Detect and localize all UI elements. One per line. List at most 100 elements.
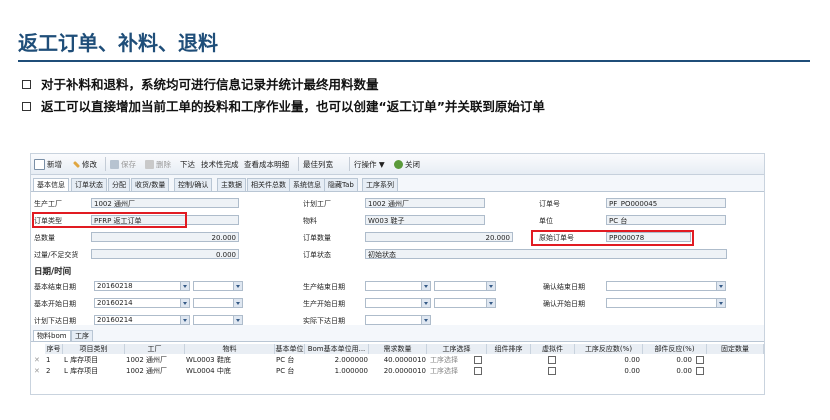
row-unit: PC 台: [276, 356, 295, 364]
dropdown-arrow-icon[interactable]: [233, 282, 242, 290]
tab-basic[interactable]: 基本信息: [33, 178, 69, 192]
row-phantom-checkbox[interactable]: [547, 367, 559, 376]
col-header[interactable]: 组件排序: [487, 344, 531, 354]
checkbox-icon[interactable]: [474, 367, 482, 375]
order-status-field[interactable]: 初始状态: [365, 249, 727, 259]
confirm-start-date[interactable]: [606, 298, 726, 308]
dropdown-arrow-icon[interactable]: [421, 282, 430, 290]
order-qty-field[interactable]: 20.000: [365, 232, 513, 242]
row-close-icon[interactable]: ✕: [33, 356, 45, 365]
row-bom-qty: 1.000000: [334, 367, 368, 375]
basic-end-time[interactable]: [193, 281, 243, 291]
col-header[interactable]: 虚拟件: [531, 344, 575, 354]
dropdown-arrow-icon[interactable]: [180, 316, 189, 324]
basic-end-label: 基本结束日期: [34, 283, 76, 291]
dropdown-arrow-icon[interactable]: [716, 299, 725, 307]
row-op-checkbox[interactable]: [473, 356, 485, 365]
col-header[interactable]: 序号: [45, 344, 63, 354]
tab-system[interactable]: 系统信息: [289, 178, 325, 191]
dropdown-arrow-icon[interactable]: [233, 316, 242, 324]
prod-start-date[interactable]: [365, 298, 431, 308]
release-button[interactable]: 下达: [180, 159, 195, 170]
plan-release-date[interactable]: 20160214: [94, 315, 190, 325]
tab-hidden[interactable]: 隐藏Tab: [324, 178, 358, 191]
tab-related[interactable]: 相关件总数: [247, 178, 290, 191]
actual-release-date[interactable]: [365, 315, 431, 325]
prod-end-time[interactable]: [434, 281, 496, 291]
tab-receipt[interactable]: 收货/数量: [131, 178, 170, 191]
total-qty-field[interactable]: 20.000: [91, 232, 239, 242]
col-header[interactable]: 固定数量: [707, 344, 764, 354]
best-width-button[interactable]: 最佳列宽: [303, 159, 764, 394]
row-fixed-checkbox[interactable]: [695, 356, 707, 365]
material-label: 物料: [303, 217, 317, 225]
tab-order-status[interactable]: 订单状态: [71, 178, 107, 191]
plan-plant-field[interactable]: 1002 通州厂: [365, 198, 485, 208]
plan-release-value: 20160214: [97, 316, 133, 324]
prod-end-label: 生产结束日期: [303, 283, 345, 291]
col-header[interactable]: 需求数量: [369, 344, 427, 354]
col-header[interactable]: 部件反应(%): [643, 344, 707, 354]
tab-assign[interactable]: 分配: [108, 178, 130, 191]
tab-operations[interactable]: 工序系列: [362, 178, 398, 191]
basic-start-date[interactable]: 20160214: [94, 298, 190, 308]
basic-end-date[interactable]: 20160218: [94, 281, 190, 291]
order-no-field[interactable]: PF_PO000045: [606, 198, 726, 208]
dropdown-arrow-icon[interactable]: [486, 299, 495, 307]
col-header[interactable]: 工序选择: [427, 344, 487, 354]
release-label: 下达: [180, 160, 195, 169]
basic-start-time[interactable]: [193, 298, 243, 308]
dropdown-arrow-icon[interactable]: [421, 299, 430, 307]
tab-operation[interactable]: 工序: [71, 330, 93, 341]
dropdown-arrow-icon[interactable]: [180, 299, 189, 307]
tech-complete-button[interactable]: 技术性完成: [201, 159, 239, 170]
col-header[interactable]: 基本单位: [275, 344, 305, 354]
material-field[interactable]: W003 鞋子: [365, 215, 485, 225]
order-type-highlight: [32, 212, 187, 228]
actual-release-label: 实际下达日期: [303, 317, 345, 325]
checkbox-icon[interactable]: [474, 356, 482, 364]
plan-release-time[interactable]: [193, 315, 243, 325]
dropdown-arrow-icon[interactable]: [233, 299, 242, 307]
dropdown-arrow-icon[interactable]: [716, 282, 725, 290]
tab-control[interactable]: 控制/确认: [174, 178, 213, 191]
confirm-end-date[interactable]: [606, 281, 726, 291]
unit-field[interactable]: PC 台: [606, 215, 726, 225]
col-header[interactable]: 项目类别: [63, 344, 125, 354]
row-op-checkbox[interactable]: [473, 367, 485, 376]
edit-button[interactable]: 修改: [72, 159, 97, 170]
prod-start-time[interactable]: [434, 298, 496, 308]
col-header[interactable]: 工厂: [125, 344, 185, 354]
close-button[interactable]: 关闭: [394, 159, 420, 170]
prod-end-date[interactable]: [365, 281, 431, 291]
new-button[interactable]: 新增: [34, 159, 62, 170]
row-phantom-checkbox[interactable]: [547, 356, 559, 365]
checkbox-icon[interactable]: [696, 367, 704, 375]
confirm-start-label: 确认开始日期: [543, 300, 585, 308]
dropdown-arrow-icon[interactable]: [486, 282, 495, 290]
row-bom-qty: 2.000000: [334, 356, 368, 364]
row-op-select[interactable]: 工序选择: [429, 356, 469, 365]
plant-field[interactable]: 1002 通州厂: [91, 198, 239, 208]
delete-button[interactable]: 删除: [145, 159, 171, 170]
cost-detail-button[interactable]: 查看成本明细: [244, 159, 289, 170]
bullet-2-text: 返工可以直接增加当前工单的投料和工序作业量，也可以创建“返工订单”并关联到原始订…: [41, 99, 545, 114]
tab-master[interactable]: 主数据: [217, 178, 246, 191]
save-button[interactable]: 保存: [110, 159, 136, 170]
toolbar: 新增 修改 保存 删除 下达 技术性完成 查看成本明细 最佳列宽 行操作 ▼ 关…: [31, 154, 764, 394]
row-actions-button[interactable]: 行操作 ▼: [354, 159, 385, 170]
row-fixed-checkbox[interactable]: [695, 367, 707, 376]
col-header[interactable]: 工序反应数(%): [575, 344, 643, 354]
col-header[interactable]: Bom基本单位用...: [305, 344, 369, 354]
tab-material-bom[interactable]: 物料bom: [33, 330, 71, 341]
row-no: 1: [46, 356, 51, 364]
row-op-select[interactable]: 工序选择: [429, 367, 469, 376]
checkbox-icon[interactable]: [548, 356, 556, 364]
checkbox-icon[interactable]: [548, 367, 556, 375]
dropdown-arrow-icon[interactable]: [421, 316, 430, 324]
col-header[interactable]: 物料: [185, 344, 275, 354]
row-close-icon[interactable]: ✕: [33, 367, 45, 376]
dropdown-arrow-icon[interactable]: [180, 282, 189, 290]
scrap-field[interactable]: 0.000: [91, 249, 239, 259]
checkbox-icon[interactable]: [696, 356, 704, 364]
